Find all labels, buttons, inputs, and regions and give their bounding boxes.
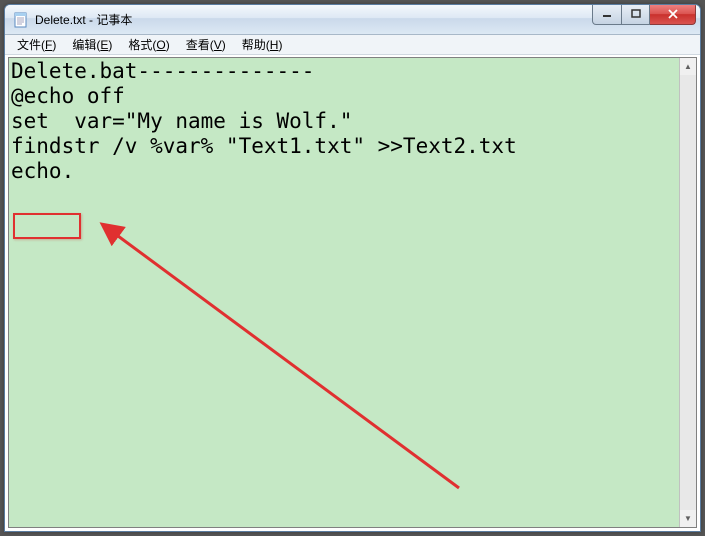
scroll-up-button[interactable]: ▲ xyxy=(680,58,696,75)
notepad-window: Delete.txt - 记事本 文件(F) 编辑(E) 格式(O) 查看(V)… xyxy=(4,4,701,532)
vertical-scrollbar[interactable]: ▲ ▼ xyxy=(679,58,696,527)
menubar: 文件(F) 编辑(E) 格式(O) 查看(V) 帮助(H) xyxy=(5,35,700,55)
menu-view[interactable]: 查看(V) xyxy=(178,35,234,54)
window-title: Delete.txt - 记事本 xyxy=(35,11,592,28)
editor-area: Delete.bat-------------- @echo off set v… xyxy=(8,57,697,528)
menu-format[interactable]: 格式(O) xyxy=(120,35,177,54)
scroll-down-button[interactable]: ▼ xyxy=(680,510,696,527)
menu-file[interactable]: 文件(F) xyxy=(9,35,64,54)
minimize-icon xyxy=(602,9,612,19)
titlebar[interactable]: Delete.txt - 记事本 xyxy=(5,5,700,35)
close-icon xyxy=(667,8,679,20)
maximize-icon xyxy=(631,9,641,19)
window-controls xyxy=(592,5,696,25)
menu-help[interactable]: 帮助(H) xyxy=(234,35,291,54)
editor-text[interactable]: Delete.bat-------------- @echo off set v… xyxy=(9,58,679,527)
menu-edit[interactable]: 编辑(E) xyxy=(64,35,120,54)
close-button[interactable] xyxy=(650,5,696,25)
maximize-button[interactable] xyxy=(622,5,650,25)
notepad-icon xyxy=(13,12,29,28)
minimize-button[interactable] xyxy=(592,5,622,25)
